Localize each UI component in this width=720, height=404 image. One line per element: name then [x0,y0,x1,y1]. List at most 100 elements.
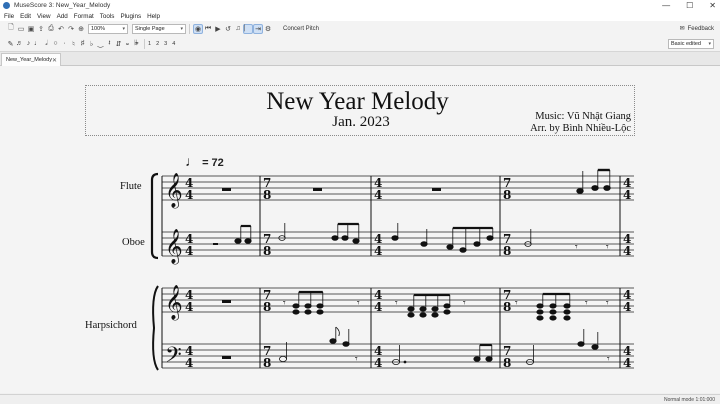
svg-text:𝄾: 𝄾 [607,354,610,365]
metronome-icon[interactable]: ♫ [233,25,243,32]
maximize-button[interactable]: ☐ [686,1,693,10]
svg-text:4: 4 [623,300,631,314]
svg-text:4: 4 [623,356,631,370]
svg-text:8: 8 [503,356,511,370]
svg-text:4: 4 [185,188,193,202]
concert-pitch-toggle[interactable]: Concert Pitch [283,26,319,32]
menu-add[interactable]: Add [57,13,68,20]
bass-clef-icon[interactable]: 𝄢 [165,343,182,373]
svg-text:8: 8 [503,300,511,314]
svg-text:𝄾: 𝄾 [606,298,609,309]
svg-text:𝄾: 𝄾 [395,298,398,309]
menu-help[interactable]: Help [147,13,160,20]
view-mode-select[interactable]: Single Page ▾ [132,23,186,34]
svg-text:𝄾: 𝄾 [606,242,609,253]
svg-text:𝄾: 𝄾 [463,298,466,309]
status-mode: Normal mode [663,397,694,403]
harpsichord-left-hand-notes[interactable] [278,326,599,365]
whole-note-icon[interactable]: ○ [51,40,60,47]
score-tab-bar: New_Year_Melody ✕ [0,52,720,66]
musescore-logo-icon [3,2,10,9]
zoom-select[interactable]: 100% ▾ [88,23,128,34]
status-position: 1:01:000 [695,397,715,403]
svg-text:𝄾: 𝄾 [515,298,518,309]
loop-in-icon[interactable]: ⎸ [243,23,253,34]
tie-icon[interactable]: ‿ [96,40,105,48]
treble-clef-icon[interactable]: 𝄞 [165,173,183,209]
redo-icon[interactable]: ↷ [66,25,76,33]
loop-out-icon[interactable]: ⇥ [253,23,263,34]
quarter-note-icon[interactable]: ♩ [33,40,42,47]
zoom-in-icon[interactable]: ⊕ [76,25,86,33]
treble-clef-icon[interactable]: 𝄞 [165,229,183,265]
close-button[interactable]: ✕ [709,1,716,10]
new-file-icon[interactable]: 🗋 [6,23,16,34]
score-canvas[interactable]: New Year Melody Jan. 2023 Music: Vũ Nhật… [0,66,720,393]
save-icon[interactable]: ▣ [26,25,36,33]
flat-icon[interactable]: ♭ [87,40,96,48]
upload-icon[interactable]: ⇪ [36,25,46,33]
svg-text:4: 4 [374,356,382,370]
voice-1-button[interactable]: 1 [148,41,151,47]
ensemble-bracket [150,172,159,260]
print-icon[interactable]: ⎙ [46,25,56,33]
workspace-select[interactable]: Basic edited ▾ [668,39,714,49]
status-bar: Normal mode 1:01:000 [0,394,720,404]
close-tab-icon[interactable]: ✕ [52,57,57,64]
main-toolbar: 🗋 ▭ ▣ ⇪ ⎙ ↶ ↷ ⊕ 100% ▾ Single Page ▾ ◉ ⏮ ▶… [0,21,720,36]
voice-2-button[interactable]: 2 [156,41,159,47]
undo-icon[interactable]: ↶ [56,25,66,33]
time-signatures[interactable]: 44 44 44 44 78 78 78 78 44 44 44 44 78 7… [185,176,631,370]
svg-text:4: 4 [185,300,193,314]
menu-format[interactable]: Format [74,13,94,20]
toolbar-divider [189,23,190,34]
open-folder-icon[interactable]: ▭ [16,25,26,33]
svg-text:8: 8 [263,300,271,314]
svg-text:8: 8 [263,356,271,370]
sixteenth-note-icon[interactable]: ♬ [15,40,24,47]
svg-text:8: 8 [263,188,271,202]
sharp-icon[interactable]: ♯ [78,40,87,47]
loop-icon[interactable]: ↺ [223,25,233,33]
svg-text:8: 8 [263,244,271,258]
rests[interactable] [222,188,441,359]
svg-text:𝄾: 𝄾 [355,354,358,365]
svg-text:𝄾: 𝄾 [357,298,360,309]
note-input-toolbar: ✎ ♬ ♪ ♩ 𝅗𝅥 ○ · ♮ ♯ ♭ ‿ 𝄽 ⇵ 𝄪 𝄫 1 2 3 4 B… [0,36,720,52]
rewind-icon[interactable]: ⏮ [203,25,213,33]
svg-text:4: 4 [623,244,631,258]
svg-text:4: 4 [374,188,382,202]
eighth-note-icon[interactable]: ♪ [24,40,33,47]
play-icon[interactable]: ▶ [213,25,223,33]
svg-text:8: 8 [503,188,511,202]
note-input-toggle-icon[interactable]: ◉ [193,23,203,34]
svg-text:4: 4 [374,300,382,314]
minimize-button[interactable]: — [662,1,670,10]
double-flat-icon[interactable]: 𝄫 [132,40,141,48]
feedback-button[interactable]: ✉ Feedback [680,25,714,33]
menu-plugins[interactable]: Plugins [120,13,141,20]
double-sharp-icon[interactable]: 𝄪 [123,40,132,48]
menu-file[interactable]: File [4,13,14,20]
menu-tools[interactable]: Tools [100,13,115,20]
chevron-down-icon: ▾ [180,25,183,32]
augmentation-dot-icon[interactable]: · [60,40,69,47]
menu-edit[interactable]: Edit [20,13,31,20]
menu-view[interactable]: View [37,13,51,20]
tab-new-year-melody[interactable]: New_Year_Melody ✕ [1,53,61,66]
treble-clef-icon[interactable]: 𝄞 [165,285,183,321]
playback-settings-icon[interactable]: ⚙ [263,25,273,33]
rest-icon[interactable]: 𝄽 [105,40,114,48]
window-title: MuseScore 3: New_Year_Melody [14,2,111,9]
note-input-mode-icon[interactable]: ✎ [6,40,15,48]
score-system[interactable]: 𝄞 𝄞 𝄞 𝄢 44 44 44 44 78 78 78 78 44 44 44… [0,66,720,393]
half-note-icon[interactable]: 𝅗𝅥 [42,40,51,48]
title-bar: MuseScore 3: New_Year_Melody — ☐ ✕ [0,0,720,11]
voice-3-button[interactable]: 3 [164,41,167,47]
toolbar-divider [144,38,145,49]
flip-direction-icon[interactable]: ⇵ [114,40,123,48]
voice-4-button[interactable]: 4 [172,41,175,47]
natural-icon[interactable]: ♮ [69,40,78,48]
barlines [259,176,621,368]
svg-text:8: 8 [503,244,511,258]
